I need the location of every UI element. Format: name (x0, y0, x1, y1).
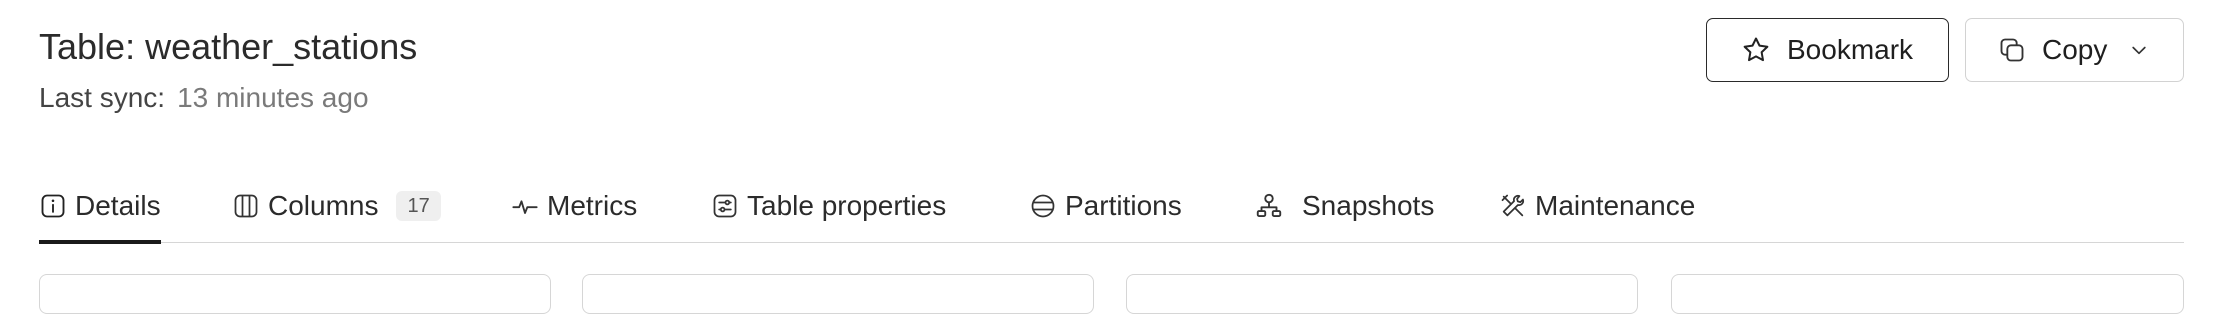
summary-card (1671, 274, 2184, 314)
chevron-down-icon (2129, 40, 2149, 60)
tab-columns[interactable]: Columns 17 (232, 170, 441, 242)
tab-partitions-label: Partitions (1065, 190, 1182, 221)
summary-card (1126, 274, 1638, 314)
last-sync-value: 13 minutes ago (177, 82, 369, 113)
tab-maintenance-label: Maintenance (1535, 190, 1696, 221)
tab-details-label: Details (75, 190, 161, 221)
properties-icon (711, 192, 739, 220)
tab-maintenance[interactable]: Maintenance (1499, 170, 1695, 242)
tab-metrics[interactable]: Metrics (511, 170, 637, 242)
tab-table-properties[interactable]: Table properties (711, 170, 946, 242)
bookmark-label: Bookmark (1787, 34, 1914, 65)
last-sync-label: Last sync: (39, 82, 166, 113)
copy-label: Copy (2042, 34, 2108, 65)
tab-bar: Details Columns 17 Metrics Table propert… (39, 170, 2184, 244)
copy-icon (1998, 36, 2026, 64)
bookmark-button[interactable]: Bookmark (1706, 18, 1949, 82)
columns-icon (232, 192, 260, 220)
page-title: Table: weather_stations (39, 26, 418, 67)
summary-card (39, 274, 551, 314)
star-icon (1741, 35, 1771, 65)
tab-metrics-label: Metrics (547, 190, 638, 221)
tab-snapshots[interactable]: Snapshots (1254, 170, 1434, 242)
tab-details[interactable]: Details (39, 170, 161, 244)
info-icon (39, 192, 67, 220)
snapshots-icon (1254, 191, 1284, 221)
tab-columns-label: Columns (268, 190, 379, 221)
copy-button[interactable]: Copy (1965, 18, 2184, 82)
tab-partitions[interactable]: Partitions (1029, 170, 1182, 242)
summary-card (582, 274, 1094, 314)
tab-table-properties-label: Table properties (747, 190, 947, 221)
tools-icon (1499, 192, 1527, 220)
pulse-icon (511, 192, 539, 220)
tab-snapshots-label: Snapshots (1302, 190, 1435, 221)
partitions-icon (1029, 192, 1057, 220)
columns-count-badge: 17 (396, 191, 441, 221)
last-sync: Last sync: 13 minutes ago (39, 80, 369, 116)
